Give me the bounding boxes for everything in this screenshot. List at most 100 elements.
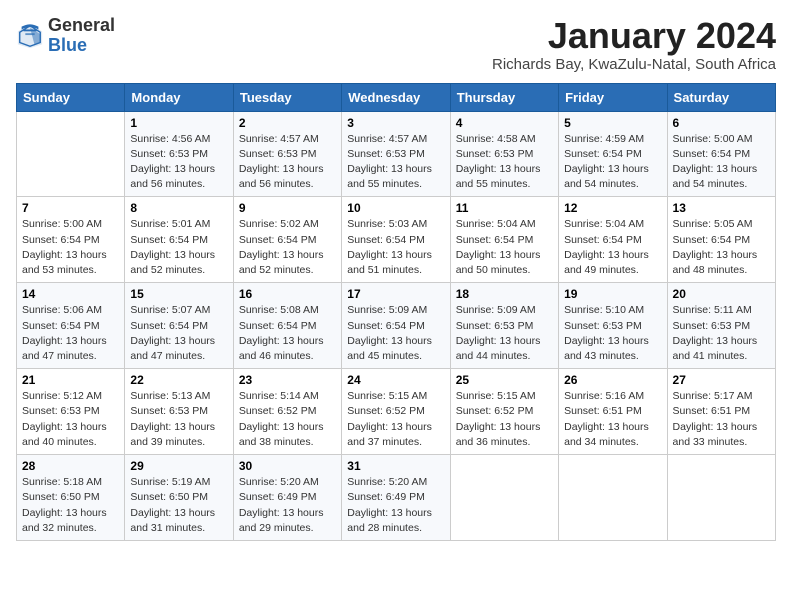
sunrise-text: Sunrise: 5:13 AM [130,390,210,402]
weekday-header-thursday: Thursday [450,83,558,111]
sunrise-text: Sunrise: 5:14 AM [239,390,319,402]
daylight-text: Daylight: 13 hours and 54 minutes. [564,163,649,190]
sunset-text: Sunset: 6:53 PM [239,148,317,160]
calendar-header: SundayMondayTuesdayWednesdayThursdayFrid… [17,83,776,111]
calendar-week-row: 7 Sunrise: 5:00 AM Sunset: 6:54 PM Daylight… [17,197,776,283]
calendar-cell: 5 Sunrise: 4:59 AM Sunset: 6:54 PM Daylight… [559,111,667,197]
day-number: 5 [564,116,661,130]
day-info: Sunrise: 5:05 AMSunset: 6:54 PMDaylight:… [673,217,770,278]
sunset-text: Sunset: 6:54 PM [564,148,642,160]
calendar-cell: 10 Sunrise: 5:03 AMSunset: 6:54 PMDayligh… [342,197,450,283]
day-info: Sunrise: 5:17 AMSunset: 6:51 PMDaylight:… [673,389,770,450]
weekday-header-sunday: Sunday [17,83,125,111]
day-number: 6 [673,116,770,130]
sunrise-text: Sunrise: 5:09 AM [456,304,536,316]
day-number: 22 [130,373,227,387]
daylight-text: Daylight: 13 hours and 39 minutes. [130,421,215,448]
sunset-text: Sunset: 6:49 PM [239,491,317,503]
day-info: Sunrise: 5:11 AMSunset: 6:53 PMDaylight:… [673,303,770,364]
calendar-cell: 6Sunrise: 5:00 AMSunset: 6:54 PMDaylight… [667,111,775,197]
sunset-text: Sunset: 6:54 PM [456,234,534,246]
sunrise-text: Sunrise: 5:08 AM [239,304,319,316]
day-number: 1 [130,116,227,130]
sunset-text: Sunset: 6:50 PM [130,491,208,503]
daylight-text: Daylight: 13 hours and 47 minutes. [22,335,107,362]
day-number: 20 [673,287,770,301]
day-number: 11 [456,201,553,215]
day-number: 7 [22,201,119,215]
daylight-text: Daylight: 13 hours and 43 minutes. [564,335,649,362]
sunset-text: Sunset: 6:54 PM [564,234,642,246]
sunset-text: Sunset: 6:51 PM [673,405,751,417]
calendar-cell [17,111,125,197]
day-info: Sunrise: 5:00 AMSunset: 6:54 PMDaylight:… [22,217,119,278]
daylight-text: Daylight: 13 hours and 33 minutes. [673,421,758,448]
daylight-text: Daylight: 13 hours and 47 minutes. [130,335,215,362]
sunrise-text: Sunrise: 4:56 AM [130,133,210,145]
calendar-cell: 18Sunrise: 5:09 AMSunset: 6:53 PMDayligh… [450,283,558,369]
day-info: Sunrise: 5:09 AMSunset: 6:54 PMDaylight:… [347,303,444,364]
calendar-cell: 11Sunrise: 5:04 AMSunset: 6:54 PMDayligh… [450,197,558,283]
day-number: 31 [347,459,444,473]
day-info: Sunrise: 5:03 AMSunset: 6:54 PMDaylight:… [347,217,444,278]
sunrise-text: Sunrise: 5:00 AM [22,218,102,230]
sunset-text: Sunset: 6:54 PM [22,234,100,246]
daylight-text: Daylight: 13 hours and 36 minutes. [456,421,541,448]
sunset-text: Sunset: 6:54 PM [130,320,208,332]
calendar-cell: 23Sunrise: 5:14 AMSunset: 6:52 PMDayligh… [233,369,341,455]
calendar-cell: 21Sunrise: 5:12 AMSunset: 6:53 PMDayligh… [17,369,125,455]
day-info: Sunrise: 5:10 AMSunset: 6:53 PMDaylight:… [564,303,661,364]
weekday-header-tuesday: Tuesday [233,83,341,111]
day-info: Sunrise: 5:16 AMSunset: 6:51 PMDaylight:… [564,389,661,450]
day-info: Sunrise: 5:15 AMSunset: 6:52 PMDaylight:… [456,389,553,450]
sunrise-text: Sunrise: 4:58 AM [456,133,536,145]
sunset-text: Sunset: 6:53 PM [673,320,751,332]
day-number: 28 [22,459,119,473]
day-info: Sunrise: 5:18 AMSunset: 6:50 PMDaylight:… [22,475,119,536]
calendar-cell: 22 Sunrise: 5:13 AM Sunset: 6:53 PM Dayligh… [125,369,233,455]
calendar-cell: 25 Sunrise: 5:15 AMSunset: 6:52 PMDayligh… [450,369,558,455]
daylight-text: Daylight: 13 hours and 37 minutes. [347,421,432,448]
calendar-table: SundayMondayTuesdayWednesdayThursdayFrid… [16,83,776,541]
day-info: Sunrise: 5:15 AMSunset: 6:52 PMDaylight:… [347,389,444,450]
sunrise-text: Sunrise: 4:59 AM [564,133,644,145]
day-info: Sunrise: 5:04 AMSunset: 6:54 PMDaylight:… [564,217,661,278]
calendar-cell: 19Sunrise: 5:10 AMSunset: 6:53 PMDayligh… [559,283,667,369]
sunset-text: Sunset: 6:54 PM [22,320,100,332]
sunset-text: Sunset: 6:50 PM [22,491,100,503]
day-number: 2 [239,116,336,130]
daylight-text: Daylight: 13 hours and 51 minutes. [347,249,432,276]
day-number: 3 [347,116,444,130]
sunset-text: Sunset: 6:54 PM [673,148,751,160]
sunset-text: Sunset: 6:53 PM [456,320,534,332]
daylight-text: Daylight: 13 hours and 28 minutes. [347,507,432,534]
calendar-week-row: 1 Sunrise: 4:56 AM Sunset: 6:53 PM Daylight… [17,111,776,197]
logo-text: General Blue [48,16,115,56]
sunrise-text: Sunrise: 4:57 AM [239,133,319,145]
day-number: 17 [347,287,444,301]
weekday-header-saturday: Saturday [667,83,775,111]
sunrise-text: Sunrise: 5:07 AM [130,304,210,316]
sunset-text: Sunset: 6:53 PM [130,405,208,417]
day-number: 26 [564,373,661,387]
title-block: January 2024 Richards Bay, KwaZulu-Natal… [492,16,776,73]
logo-icon [16,22,44,50]
calendar-cell: 2Sunrise: 4:57 AMSunset: 6:53 PMDaylight… [233,111,341,197]
day-number: 10 [347,201,444,215]
day-number: 25 [456,373,553,387]
sunrise-text: Sunrise: 5:03 AM [347,218,427,230]
calendar-body: 1 Sunrise: 4:56 AM Sunset: 6:53 PM Daylight… [17,111,776,540]
calendar-cell: 13Sunrise: 5:05 AMSunset: 6:54 PMDayligh… [667,197,775,283]
sunrise-text: Sunrise: 5:15 AM [456,390,536,402]
daylight-text: Daylight: 13 hours and 52 minutes. [239,249,324,276]
calendar-week-row: 21Sunrise: 5:12 AMSunset: 6:53 PMDayligh… [17,369,776,455]
calendar-cell: 7Sunrise: 5:00 AMSunset: 6:54 PMDaylight… [17,197,125,283]
sunrise-text: Sunrise: 5:06 AM [22,304,102,316]
sunset-text: Sunset: 6:53 PM [564,320,642,332]
day-number: 14 [22,287,119,301]
day-info: Sunrise: 4:59 AM Sunset: 6:54 PM Daylight:… [564,132,661,193]
day-number: 30 [239,459,336,473]
sunrise-text: Sunrise: 5:20 AM [239,476,319,488]
sunrise-text: Sunrise: 5:00 AM [673,133,753,145]
calendar-cell: 8Sunrise: 5:01 AMSunset: 6:54 PMDaylight… [125,197,233,283]
